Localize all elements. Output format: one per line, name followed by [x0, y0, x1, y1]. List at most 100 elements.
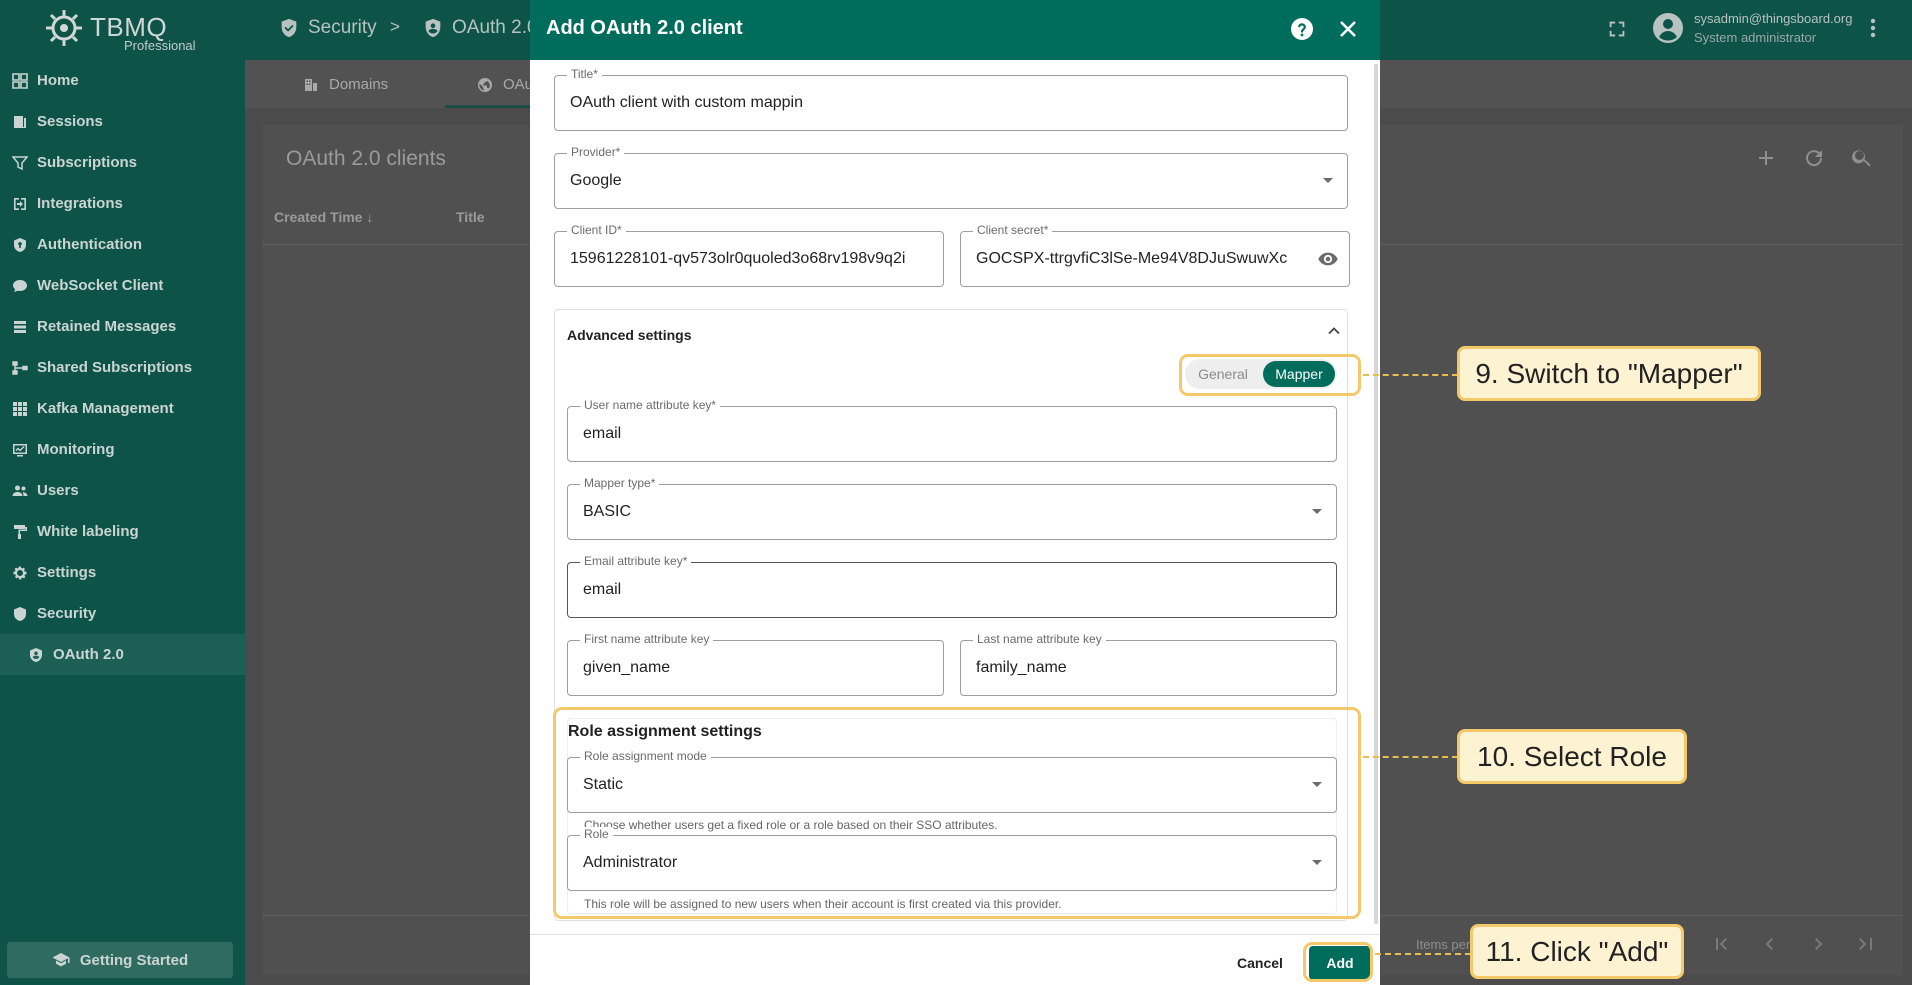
search-icon[interactable]	[1850, 146, 1874, 170]
sidebar-item-sessions[interactable]: Sessions	[0, 101, 245, 142]
sidebar-item-authentication[interactable]: Authentication	[0, 224, 245, 265]
provider-value: Google	[570, 172, 622, 189]
sidebar-item-label: Sessions	[37, 113, 103, 130]
sidebar: Home Sessions Subscriptions Integrations…	[0, 60, 245, 985]
title-field[interactable]: Title* OAuth client with custom mappin	[554, 67, 1348, 131]
user-email: sysadmin@thingsboard.org	[1694, 11, 1853, 26]
sidebar-item-kafka-management[interactable]: Kafka Management	[0, 388, 245, 429]
sidebar-item-label: OAuth 2.0	[53, 646, 124, 663]
tab-domains-label: Domains	[329, 76, 389, 93]
provider-select[interactable]: Provider* Google	[554, 145, 1348, 209]
getting-started-button[interactable]: Getting Started	[7, 942, 233, 978]
grid-icon	[13, 401, 27, 416]
filter-icon	[12, 155, 28, 170]
home-icon	[12, 72, 28, 89]
cancel-button[interactable]: Cancel	[1222, 948, 1298, 978]
username-attribute-field[interactable]: User name attribute key* email	[567, 398, 1337, 462]
step9-callout: 9. Switch to "Mapper"	[1457, 346, 1761, 401]
arrow-down-icon: ↓	[366, 209, 374, 225]
client-id-field[interactable]: Client ID* 15961228101-qv573olr0quoled3o…	[554, 223, 944, 287]
sidebar-item-label: Home	[37, 72, 79, 89]
callout-connector	[1363, 756, 1458, 758]
first-name-attribute-label: First name attribute key	[580, 632, 714, 646]
breadcrumb-security-label: Security	[308, 17, 377, 38]
dropdown-arrow-icon	[1323, 178, 1333, 183]
help-icon[interactable]	[1290, 17, 1314, 41]
gear-icon	[13, 566, 27, 579]
refresh-icon[interactable]	[1802, 146, 1826, 170]
next-page-icon[interactable]	[1808, 934, 1828, 954]
sidebar-item-websocket-client[interactable]: WebSocket Client	[0, 265, 245, 306]
sidebar-item-label: Shared Subscriptions	[37, 359, 193, 376]
sidebar-item-security[interactable]: Security	[0, 593, 245, 634]
last-name-attribute-field[interactable]: Last name attribute key family_name	[960, 632, 1337, 696]
sidebar-item-settings[interactable]: Settings	[0, 552, 245, 593]
sidebar-item-label: Subscriptions	[37, 154, 138, 171]
more-vert-icon[interactable]	[1868, 16, 1878, 40]
sidebar-item-integrations[interactable]: Integrations	[0, 183, 245, 224]
breadcrumb-separator: >	[390, 17, 400, 36]
mapper-type-value: BASIC	[583, 503, 632, 520]
mapper-toggle-highlight	[1179, 354, 1361, 396]
title-label: Title*	[567, 67, 602, 81]
sidebar-item-shared-subscriptions[interactable]: Shared Subscriptions	[0, 347, 245, 388]
globe-icon	[478, 77, 492, 92]
column-title[interactable]: Title	[456, 209, 485, 225]
last-name-attribute-value: family_name	[976, 659, 1067, 676]
sidebar-item-users[interactable]: Users	[0, 470, 245, 511]
prev-page-icon[interactable]	[1760, 934, 1780, 954]
dropdown-arrow-icon	[1312, 509, 1322, 514]
first-page-icon[interactable]	[1712, 934, 1732, 954]
sidebar-item-label: Integrations	[37, 195, 123, 212]
step10-callout: 10. Select Role	[1457, 729, 1687, 784]
sidebar-item-white-labeling[interactable]: White labeling	[0, 511, 245, 552]
app-logo[interactable]: TBMQ Professional	[44, 4, 204, 56]
chat-icon	[13, 279, 27, 292]
sidebar-item-monitoring[interactable]: Monitoring	[0, 429, 245, 470]
dialog-scrollbar[interactable]	[1374, 64, 1378, 924]
column-created-time[interactable]: Created Time ↓	[274, 209, 373, 225]
first-name-attribute-value: given_name	[583, 659, 671, 676]
sidebar-item-label: Retained Messages	[37, 318, 177, 335]
title-value: OAuth client with custom mappin	[570, 94, 803, 111]
sidebar-item-subscriptions[interactable]: Subscriptions	[0, 142, 245, 183]
email-attribute-value: email	[583, 581, 622, 598]
fullscreen-icon[interactable]	[1606, 18, 1628, 40]
sessions-icon	[14, 115, 26, 128]
sidebar-item-label: Authentication	[37, 236, 142, 253]
stack-icon	[14, 320, 26, 333]
last-page-icon[interactable]	[1856, 934, 1876, 954]
add-icon[interactable]	[1754, 146, 1778, 170]
tab-oauth2-clients[interactable]: OAut	[477, 76, 537, 93]
close-icon[interactable]	[1337, 18, 1359, 40]
provider-label: Provider*	[567, 145, 625, 159]
client-secret-field[interactable]: Client secret* GOCSPX-ttrgvfiC3lSe-Me94V…	[960, 223, 1350, 287]
username-attribute-value: email	[583, 425, 622, 442]
avatar-icon[interactable]	[1652, 12, 1684, 44]
logo-edition: Professional	[124, 38, 196, 53]
client-id-value: 15961228101-qv573olr0quoled3o68rv198v9q2…	[570, 250, 906, 267]
paint-roller-icon	[14, 524, 27, 539]
chevron-up-icon	[14, 610, 26, 618]
breadcrumb-security[interactable]: Security	[278, 17, 377, 39]
mapper-type-select[interactable]: Mapper type* BASIC	[567, 476, 1337, 540]
tbmq-logo-icon	[46, 10, 82, 46]
client-id-label: Client ID*	[567, 223, 626, 237]
first-name-attribute-field[interactable]: First name attribute key given_name	[567, 632, 944, 696]
chevron-up-icon[interactable]	[1327, 324, 1341, 338]
getting-started-label: Getting Started	[79, 951, 189, 969]
advanced-settings-title[interactable]: Advanced settings	[567, 327, 691, 343]
sidebar-item-retained-messages[interactable]: Retained Messages	[0, 306, 245, 347]
shield-account-icon	[30, 647, 42, 662]
visibility-icon[interactable]	[1317, 248, 1339, 270]
sidebar-item-label: Users	[37, 482, 79, 499]
email-attribute-field[interactable]: Email attribute key* email	[567, 554, 1337, 618]
sidebar-item-home[interactable]: Home	[0, 60, 245, 101]
school-icon	[52, 953, 70, 967]
dialog-title: Add OAuth 2.0 client	[546, 17, 743, 39]
share-icon	[12, 360, 28, 375]
sidebar-item-oauth2[interactable]: OAuth 2.0	[0, 634, 245, 675]
breadcrumb-oauth: OAuth 2.0	[422, 17, 538, 39]
tab-domains[interactable]: Domains	[303, 76, 388, 93]
user-role: System administrator	[1694, 30, 1817, 45]
